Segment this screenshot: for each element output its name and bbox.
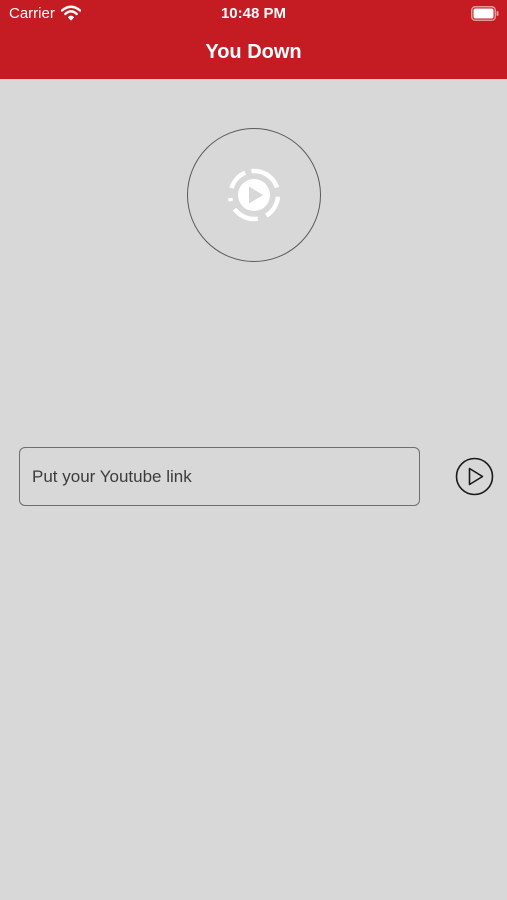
play-outline-icon: [455, 457, 494, 496]
status-time: 10:48 PM: [220, 5, 287, 22]
youtube-link-input[interactable]: [19, 447, 420, 506]
go-play-button[interactable]: [455, 457, 494, 496]
page-title: You Down: [205, 41, 302, 63]
navigation-bar: Carrier 10:48 PM You Down: [0, 0, 507, 79]
play-circle-icon: [228, 168, 281, 222]
status-bar: Carrier 10:48 PM: [0, 0, 507, 28]
battery-icon: [471, 6, 499, 21]
